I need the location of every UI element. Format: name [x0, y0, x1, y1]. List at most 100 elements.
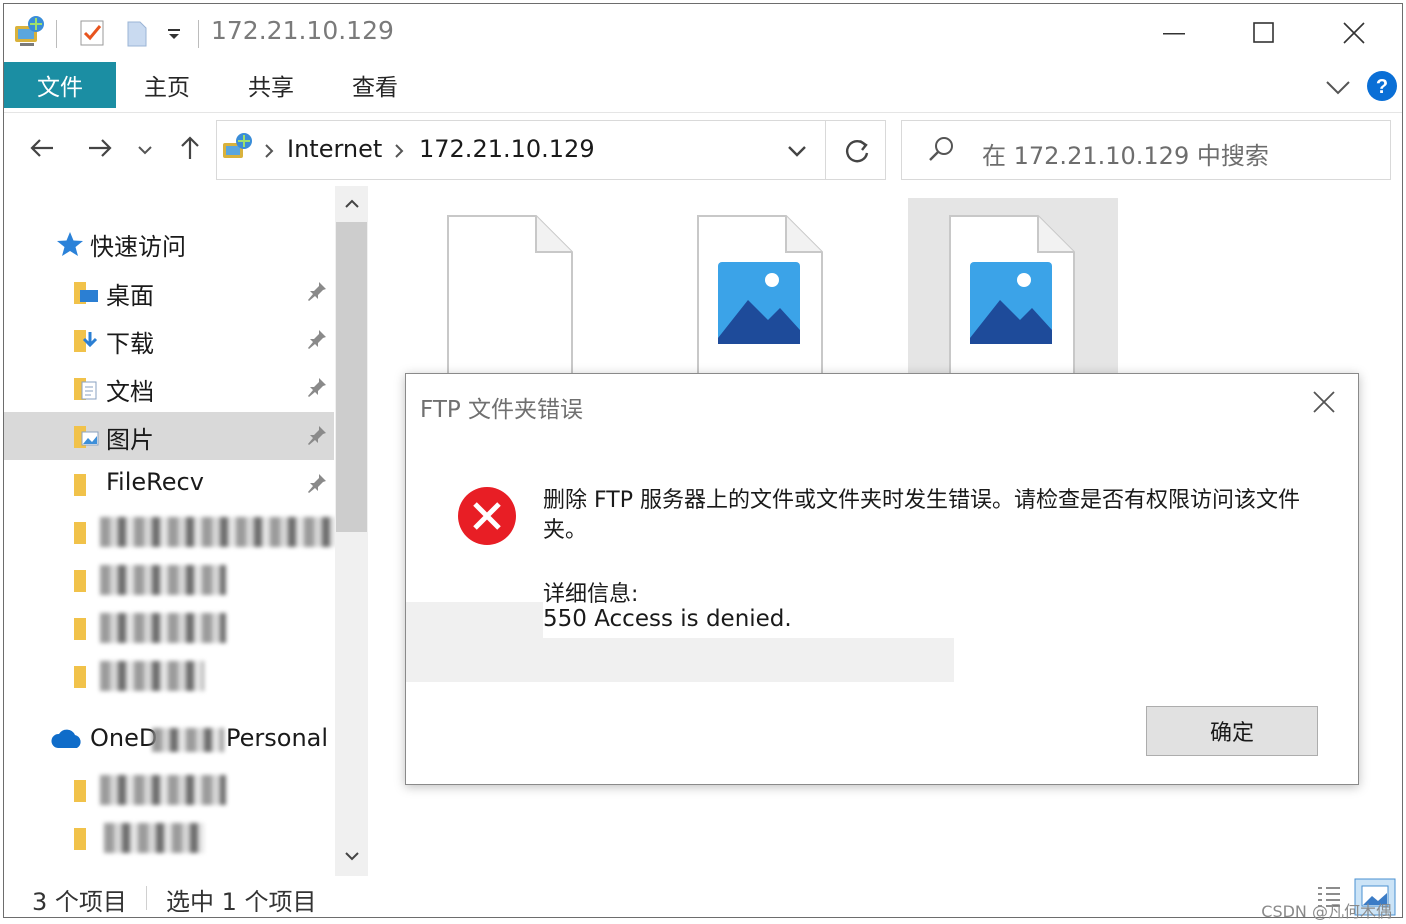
file-item-generic[interactable]	[400, 198, 610, 383]
address-bar[interactable]: Internet 172.21.10.129	[216, 120, 886, 180]
pin-icon[interactable]	[306, 376, 328, 398]
documents-folder-icon	[72, 374, 102, 406]
nav-item-desktop[interactable]: 桌面	[4, 268, 334, 316]
nav-item-pictures[interactable]: 图片	[4, 412, 334, 460]
forward-button[interactable]	[82, 132, 118, 168]
search-placeholder: 在 172.21.10.129 中搜索	[982, 142, 1269, 170]
network-location-icon	[221, 131, 255, 165]
refresh-button[interactable]	[841, 135, 873, 167]
pin-icon[interactable]	[306, 328, 328, 350]
pictures-folder-icon	[72, 422, 102, 454]
redacted-label	[100, 565, 226, 595]
dialog-title: FTP 文件夹错误	[420, 397, 584, 423]
address-history-dropdown[interactable]	[783, 139, 811, 163]
status-divider	[146, 886, 147, 910]
expand-ribbon-button[interactable]	[1322, 72, 1354, 102]
folder-icon	[72, 776, 102, 808]
tab-file[interactable]: 文件	[4, 62, 116, 108]
maximize-icon	[1252, 21, 1276, 49]
address-divider	[825, 121, 826, 179]
breadcrumb-internet[interactable]: Internet	[287, 135, 382, 163]
up-button[interactable]	[172, 132, 208, 168]
window-title: 172.21.10.129	[211, 16, 394, 45]
desktop-folder-icon	[72, 278, 102, 310]
titlebar-separator	[198, 20, 199, 48]
help-icon[interactable]: ?	[1366, 70, 1398, 102]
nav-scrollbar-thumb[interactable]	[336, 222, 367, 532]
file-item-image[interactable]	[650, 198, 860, 383]
downloads-folder-icon	[72, 326, 102, 358]
nav-item-redacted[interactable]	[4, 508, 336, 556]
redacted-label	[100, 517, 336, 547]
quick-access-dropdown-icon[interactable]	[164, 22, 184, 44]
onedrive-label-suffix: Personal	[226, 724, 329, 752]
nav-item-documents[interactable]: 文档	[4, 364, 334, 412]
maximize-button[interactable]	[1218, 10, 1310, 60]
dialog-close-button[interactable]	[1302, 384, 1346, 424]
detail-value: 550 Access is denied.	[543, 606, 792, 632]
scroll-down-icon[interactable]	[342, 848, 362, 868]
close-button[interactable]	[1308, 10, 1400, 60]
arrow-up-icon	[179, 135, 201, 165]
nav-onedrive[interactable]: OneD Personal	[4, 716, 334, 764]
breadcrumb-separator-icon[interactable]	[393, 143, 405, 163]
minimize-button[interactable]	[1128, 10, 1220, 60]
cloud-icon	[50, 728, 84, 754]
file-item-image-selected[interactable]	[908, 198, 1118, 383]
svg-text:?: ?	[1376, 76, 1388, 98]
onedrive-label-prefix: OneD	[90, 724, 158, 752]
star-icon	[56, 231, 84, 261]
title-bar: 172.21.10.129	[4, 4, 1402, 62]
item-count: 3 个项目	[32, 888, 127, 916]
redacted-label	[152, 728, 224, 752]
nav-item-redacted[interactable]	[4, 766, 334, 814]
arrow-left-icon	[29, 137, 55, 163]
nav-item-downloads[interactable]: 下载	[4, 316, 334, 364]
folder-icon	[72, 824, 102, 856]
chevron-down-icon	[137, 141, 153, 160]
nav-item-redacted[interactable]	[4, 652, 334, 700]
watermark: CSDN @凡何木偶	[1261, 902, 1392, 921]
tab-view[interactable]: 查看	[328, 62, 422, 108]
breadcrumb-separator-icon[interactable]	[263, 143, 275, 163]
image-file-icon	[696, 214, 826, 388]
ok-button[interactable]: 确定	[1146, 706, 1318, 756]
pin-icon[interactable]	[306, 280, 328, 302]
nav-quick-access[interactable]: 快速访问	[4, 219, 334, 267]
explorer-window: 172.21.10.129 文件 主页 共享 查看 ? Internet 172…	[3, 3, 1403, 918]
nav-item-redacted[interactable]	[4, 604, 334, 652]
folder-icon	[72, 470, 102, 502]
scroll-up-icon[interactable]	[342, 196, 362, 216]
new-folder-icon[interactable]	[124, 18, 150, 48]
nav-item-redacted[interactable]	[4, 814, 334, 862]
nav-item-redacted[interactable]	[4, 556, 334, 604]
blank-file-icon	[446, 214, 576, 388]
nav-item-label: 下载	[106, 330, 154, 358]
close-icon	[1342, 21, 1366, 49]
folder-icon	[72, 614, 102, 646]
folder-icon	[72, 566, 102, 598]
pin-icon[interactable]	[306, 424, 328, 446]
back-button[interactable]	[24, 132, 60, 168]
folder-icon	[72, 518, 102, 550]
properties-icon[interactable]	[78, 18, 106, 48]
search-box[interactable]: 在 172.21.10.129 中搜索	[901, 120, 1391, 180]
tab-share[interactable]: 共享	[224, 62, 318, 108]
ftp-error-dialog: FTP 文件夹错误 删除 FTP 服务器上的文件或文件夹时发生错误。请检查是否有…	[405, 373, 1359, 785]
network-icon	[12, 14, 48, 50]
nav-item-label: 文档	[106, 378, 154, 406]
recent-locations-button[interactable]	[132, 132, 158, 168]
error-message: 删除 FTP 服务器上的文件或文件夹时发生错误。请检查是否有权限访问该文件夹。	[543, 488, 1300, 543]
nav-item-filerecv[interactable]: FileRecv	[4, 460, 334, 508]
nav-item-label: 图片	[106, 426, 154, 454]
pin-icon[interactable]	[306, 472, 328, 494]
breadcrumb-host[interactable]: 172.21.10.129	[419, 135, 595, 163]
nav-item-label: FileRecv	[106, 468, 204, 496]
redacted-label	[100, 661, 204, 691]
tab-home[interactable]: 主页	[120, 62, 214, 108]
redacted-label	[100, 613, 226, 643]
image-file-icon	[948, 214, 1078, 388]
ribbon: 文件 主页 共享 查看 ?	[4, 62, 1402, 113]
nav-item-label: 桌面	[106, 282, 154, 310]
nav-quick-access-label: 快速访问	[90, 233, 186, 261]
